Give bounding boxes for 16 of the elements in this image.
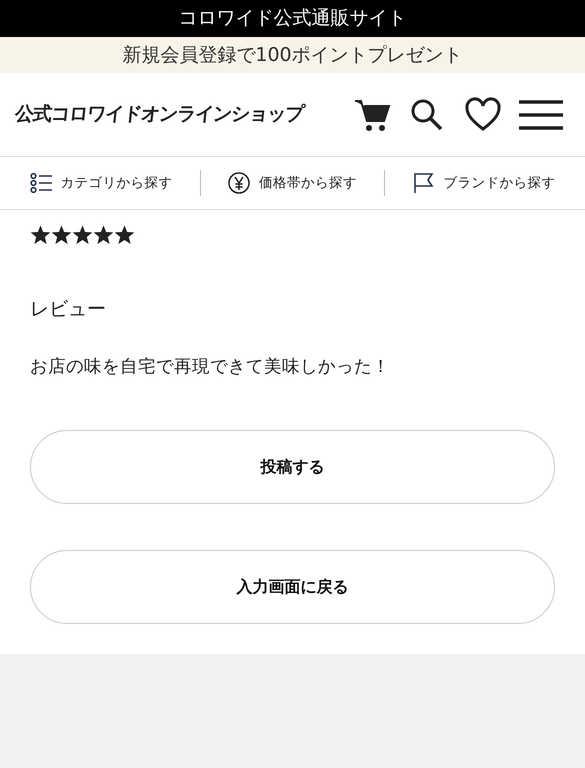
star-icon [51,224,72,245]
list-icon [30,172,53,194]
star-icon [30,224,51,245]
pill-button[interactable]: 投稿する [30,430,555,504]
star-icon [114,224,135,245]
nav-link[interactable]: 価格帯から探す [228,172,357,194]
site-title: コロワイド公式通販サイト [178,6,406,32]
yen-icon [228,172,251,194]
nav-link[interactable]: カテゴリから探す [30,172,173,194]
star-icon [93,224,114,245]
nav-link[interactable]: ブランドから探す [412,172,556,194]
pill-button[interactable]: 入力画面に戻る [30,550,555,624]
review-heading: レビュー [30,297,107,322]
flag-icon [412,172,436,194]
star-icon [72,224,93,245]
review-text: お店の味を自宅で再現できて美味しかった！ [30,356,391,378]
